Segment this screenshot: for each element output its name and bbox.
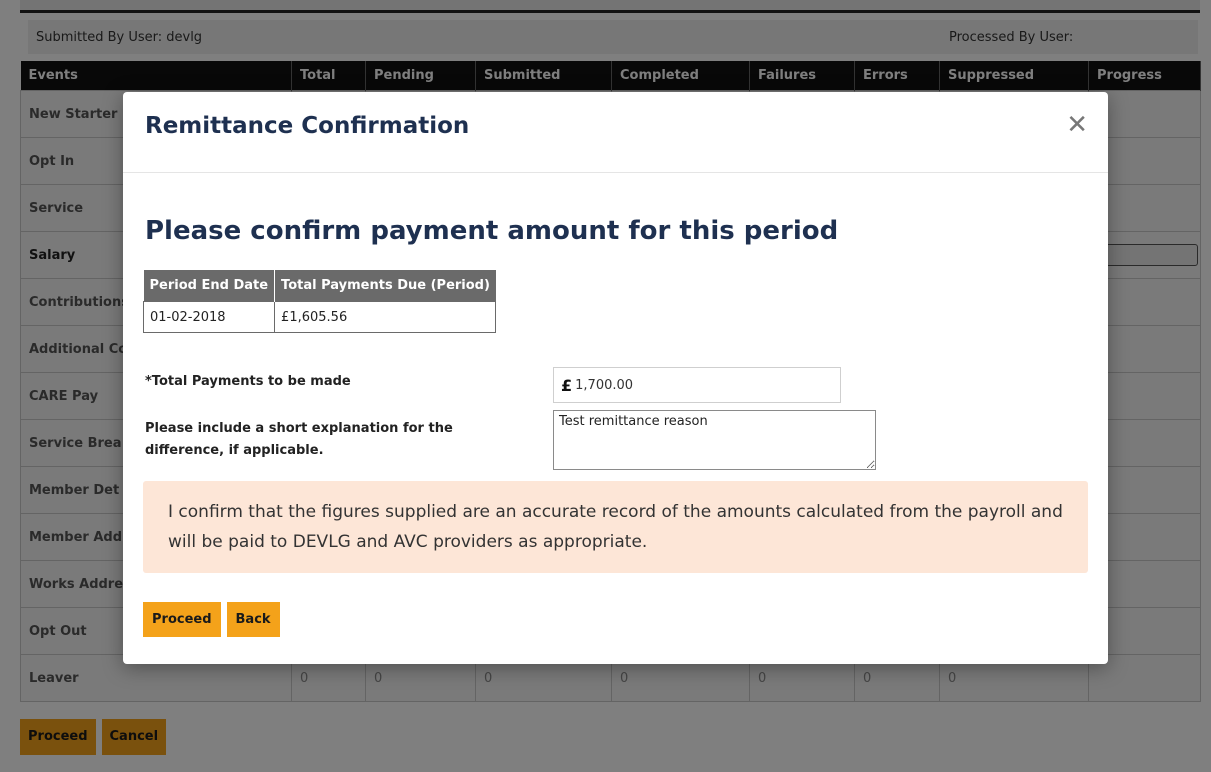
pound-sign-icon: £: [561, 375, 573, 395]
total-payments-input[interactable]: [575, 377, 816, 393]
explanation-textarea[interactable]: Test remittance reason: [553, 410, 876, 470]
remittance-confirmation-modal: Remittance Confirmation ✕ Please confirm…: [123, 92, 1108, 664]
modal-header: Remittance Confirmation ✕: [123, 92, 1108, 173]
modal-title: Remittance Confirmation: [145, 113, 470, 139]
total-payments-field[interactable]: £: [553, 367, 841, 403]
period-table: Period End Date Total Payments Due (Peri…: [142, 270, 497, 333]
close-icon[interactable]: ✕: [1066, 112, 1088, 138]
total-payments-label: *Total Payments to be made: [145, 374, 351, 389]
modal-button-group: Proceed Back: [143, 602, 280, 637]
proceed-button[interactable]: Proceed: [143, 602, 221, 637]
table-row: 01-02-2018 £1,605.56: [142, 301, 497, 333]
total-payments-due-value: £1,605.56: [274, 301, 497, 333]
confirm-heading: Please confirm payment amount for this p…: [145, 216, 839, 246]
period-end-date-value: 01-02-2018: [142, 301, 276, 333]
col-header-total-payments-due: Total Payments Due (Period): [274, 270, 496, 302]
back-button[interactable]: Back: [226, 602, 280, 637]
col-header-period-end-date: Period End Date: [143, 270, 276, 302]
confirmation-notice: I confirm that the figures supplied are …: [143, 481, 1088, 573]
explanation-label: Please include a short explanation for t…: [145, 421, 453, 458]
period-header-row: Period End Date Total Payments Due (Peri…: [143, 270, 496, 302]
